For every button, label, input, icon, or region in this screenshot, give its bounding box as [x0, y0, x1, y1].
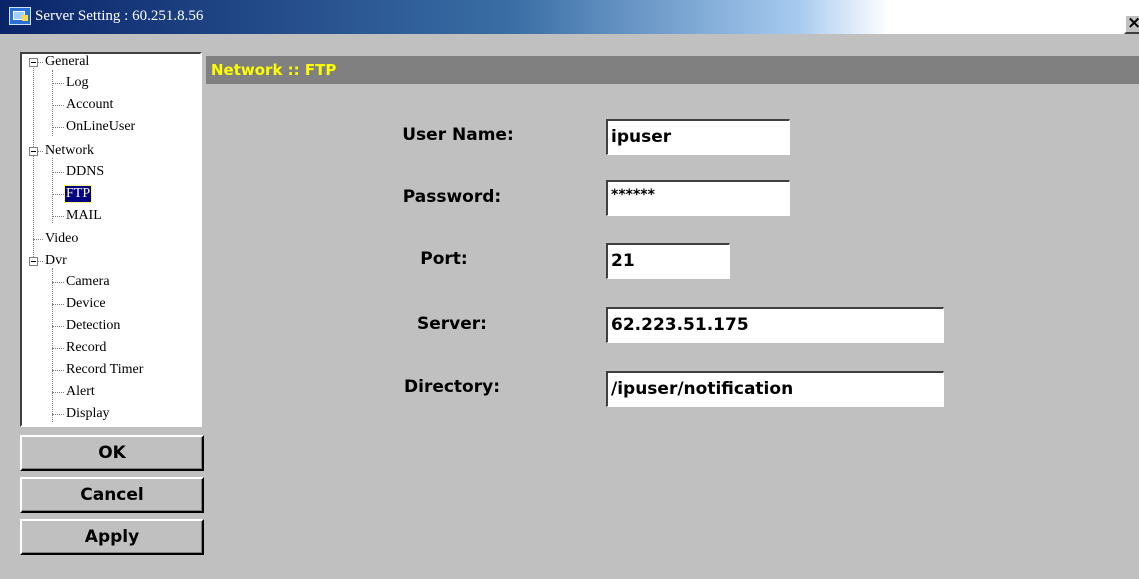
directory-label: Directory: — [404, 377, 500, 397]
tree-item-log[interactable]: Log — [65, 75, 90, 91]
tree-item-ftp[interactable]: FTP — [63, 185, 93, 203]
window-title: Server Setting : 60.251.8.56 — [35, 8, 204, 24]
tree-item-camera[interactable]: Camera — [65, 274, 111, 290]
tree-item-account[interactable]: Account — [65, 97, 114, 113]
password-label: Password: — [402, 187, 502, 207]
tree-item-general[interactable]: General — [44, 54, 90, 70]
ok-button[interactable]: OK — [20, 435, 204, 471]
server-label: Server: — [417, 314, 487, 334]
server-field[interactable]: 62.223.51.175 — [606, 307, 944, 343]
tree-item-device[interactable]: Device — [65, 296, 107, 312]
tree-item-ddns[interactable]: DDNS — [65, 164, 105, 180]
tree-item-mail[interactable]: MAIL — [65, 208, 103, 224]
tree-item-alert[interactable]: Alert — [65, 384, 96, 400]
collapse-general-icon[interactable] — [29, 58, 38, 67]
username-label: User Name: — [402, 125, 514, 145]
server-setting-window: Server Setting : 60.251.8.56 × General L… — [0, 0, 1139, 579]
collapse-dvr-icon[interactable] — [29, 257, 38, 266]
directory-field[interactable]: /ipuser/notification — [606, 371, 944, 407]
tree-item-onlineuser[interactable]: OnLineUser — [65, 119, 136, 135]
cancel-button[interactable]: Cancel — [20, 477, 204, 513]
title-bar[interactable]: Server Setting : 60.251.8.56 — [0, 0, 1139, 34]
port-field[interactable]: 21 — [606, 243, 730, 279]
close-button[interactable]: × — [1124, 14, 1139, 34]
tree-item-dvr[interactable]: Dvr — [44, 253, 68, 269]
app-icon — [9, 7, 31, 25]
settings-tree[interactable]: General Log Account OnLineUser Network D… — [20, 52, 202, 427]
username-field[interactable]: ipuser — [606, 119, 790, 155]
apply-button[interactable]: Apply — [20, 519, 204, 555]
password-field[interactable]: ****** — [606, 180, 790, 216]
tree-item-display[interactable]: Display — [65, 406, 111, 422]
port-label: Port: — [420, 249, 468, 269]
tree-item-network[interactable]: Network — [44, 143, 95, 159]
tree-item-record[interactable]: Record — [65, 340, 107, 356]
tree-item-record-timer[interactable]: Record Timer — [65, 362, 144, 378]
collapse-network-icon[interactable] — [29, 147, 38, 156]
tree-item-detection[interactable]: Detection — [65, 318, 121, 334]
section-header: Network :: FTP — [206, 56, 1139, 84]
tree-item-video[interactable]: Video — [44, 231, 79, 247]
